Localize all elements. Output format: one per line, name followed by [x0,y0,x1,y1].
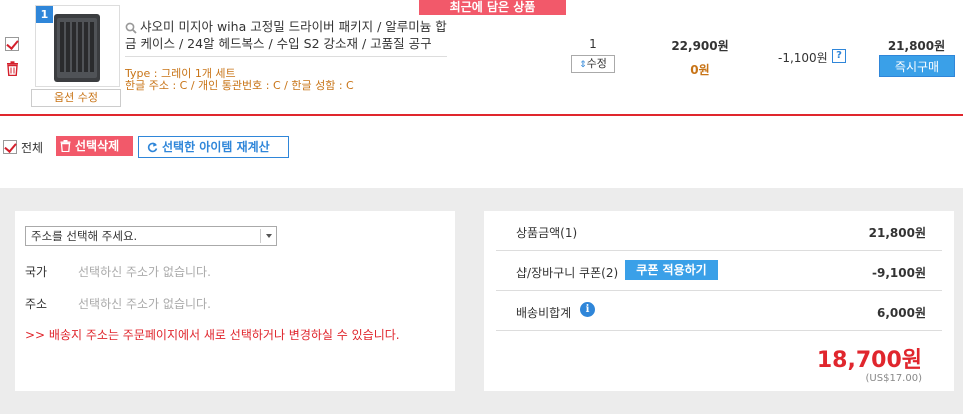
quantity-value: 1 [589,37,597,51]
option-extra: 한글 주소 : C / 개인 통관번호 : C / 한글 성함 : C [125,79,354,92]
apply-coupon-button[interactable]: 쿠폰 적용하기 [625,260,718,280]
coupon-value: -9,100원 [872,266,926,280]
order-summary-panel: 상품금액(1) 21,800원 샵/장바구니 쿠폰(2) 쿠폰 적용하기 -9,… [484,211,954,391]
recent-items-tab[interactable]: 최근에 담은 상품 [419,0,566,15]
grand-total: 18,700원 [816,348,922,373]
delete-selected-button[interactable]: 선택삭제 [56,136,133,156]
trash-icon [60,140,71,153]
shipping-value: 6,000원 [877,306,926,320]
item-price-discount: 0원 [690,63,710,77]
address-select[interactable]: 주소를 선택해 주세요. [25,226,277,246]
address-panel: 주소를 선택해 주세요. 국가 선택하신 주소가 없습니다. 주소 선택하신 주… [15,211,455,391]
quantity-edit-label: 수정 [586,57,607,70]
item-price: 22,900원 [671,39,729,53]
goods-amount-label: 상품금액(1) [516,226,578,240]
address-value: 선택하신 주소가 없습니다. [78,297,211,311]
item-number-badge: 1 [36,6,53,23]
chevron-down-icon [260,229,276,243]
item-checkbox[interactable] [5,37,19,51]
trash-icon[interactable] [6,61,19,76]
summary-row-goods: 상품금액(1) 21,800원 [496,211,942,251]
summary-row-shipping: 배송비합계 i 6,000원 [496,291,942,331]
address-select-value: 주소를 선택해 주세요. [31,229,138,243]
quantity-edit-button[interactable]: ⇕수정 [571,55,615,73]
grand-total-usd: (US$17.00) [865,373,922,384]
info-icon[interactable]: i [580,302,595,317]
recalculate-selected-label: 선택한 아이템 재계산 [162,140,270,154]
item-discount: -1,100원 [778,51,828,65]
summary-row-coupon: 샵/장바구니 쿠폰(2) 쿠폰 적용하기 -9,100원 [496,251,942,291]
select-all-label: 전체 [21,141,44,155]
goods-amount-value: 21,800원 [868,226,926,240]
address-label: 주소 [25,297,48,311]
updown-icon: ⇕ [579,60,587,70]
shipping-label: 배송비합계 [516,306,572,320]
help-icon[interactable]: ? [832,49,846,63]
refresh-icon [147,142,158,153]
delete-selected-label: 선택삭제 [75,139,120,153]
country-label: 국가 [25,265,48,279]
divider [125,56,447,57]
select-all-checkbox[interactable] [3,140,17,154]
section-divider [0,114,963,116]
option-edit-button[interactable]: 옵션 수정 [31,89,121,107]
item-total: 21,800원 [887,39,946,53]
product-name-link[interactable]: 샤오미 미지아 wiha 고정밀 드라이버 패키지 / 알루미늄 합금 케이스 … [125,18,455,52]
recalculate-selected-button[interactable]: 선택한 아이템 재계산 [138,136,289,158]
screwdriver-kit-image [54,14,100,82]
country-value: 선택하신 주소가 없습니다. [78,265,211,279]
buy-now-button[interactable]: 즉시구매 [879,55,955,77]
address-notice: >> 배송지 주소는 주문페이지에서 새로 선택하거나 변경하실 수 있습니다. [25,328,400,342]
product-thumbnail[interactable]: 1 [35,5,120,87]
coupon-label: 샵/장바구니 쿠폰(2) [516,266,619,280]
